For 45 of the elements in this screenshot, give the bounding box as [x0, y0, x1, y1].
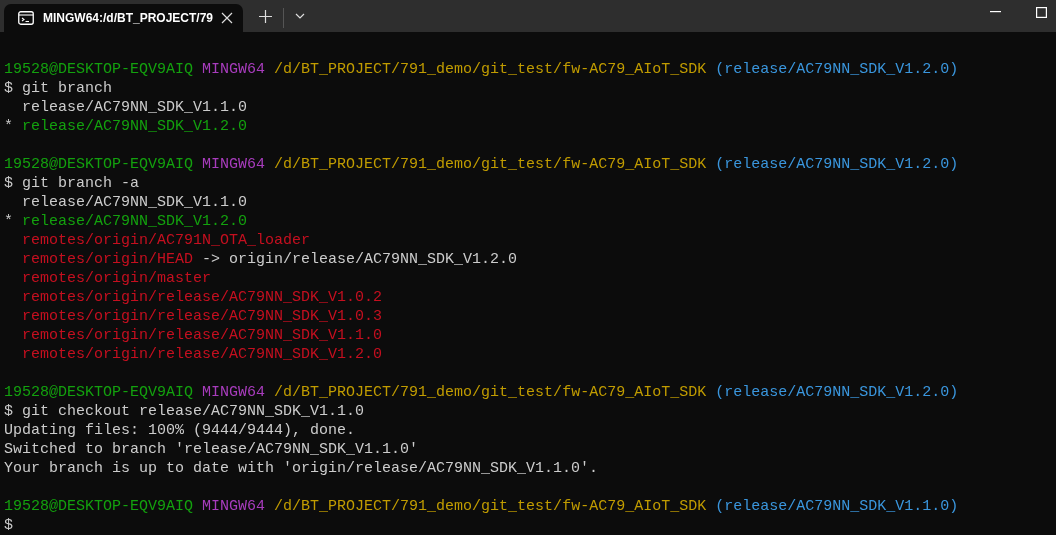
tab-title: MINGW64:/d/BT_PROJECT/79	[43, 11, 214, 25]
prompt-symbol: $	[4, 517, 13, 534]
prompt-branch: (release/AC79NN_SDK_V1.2.0)	[715, 156, 959, 173]
command-line: $ git checkout release/AC79NN_SDK_V1.1.0	[4, 403, 365, 420]
output-text: *	[4, 118, 14, 135]
prompt-user: 19528@DESKTOP-EQV9AIQ	[4, 61, 194, 78]
output-text: remotes/origin/release/AC79NN_SDK_V1.0.3	[22, 308, 383, 325]
terminal-icon	[18, 11, 34, 25]
command-line: $ git branch -a	[4, 175, 140, 192]
prompt-user: 19528@DESKTOP-EQV9AIQ	[4, 498, 194, 515]
output-text: -> origin/release/AC79NN_SDK_V1.2.0	[202, 251, 518, 268]
output-text: remotes/origin/master	[22, 270, 212, 287]
new-tab-icon[interactable]	[259, 10, 272, 23]
terminal-tab[interactable]: MINGW64:/d/BT_PROJECT/79	[4, 4, 243, 32]
output-text: release/AC79NN_SDK_V1.2.0	[22, 213, 248, 230]
minimize-icon[interactable]	[990, 11, 1001, 13]
output-text: remotes/origin/AC791N_OTA_loader	[22, 232, 311, 249]
close-icon[interactable]	[221, 12, 233, 24]
output-text: remotes/origin/HEAD	[22, 251, 194, 268]
prompt-user: 19528@DESKTOP-EQV9AIQ	[4, 384, 194, 401]
output-text: Your branch is up to date with 'origin/release/AC79NN_SDK_V1.1.0'.	[4, 460, 599, 477]
output-text: release/AC79NN_SDK_V1.1.0	[22, 194, 248, 211]
maximize-icon[interactable]	[1036, 7, 1047, 18]
prompt-shell: MINGW64	[202, 61, 266, 78]
prompt-branch: (release/AC79NN_SDK_V1.2.0)	[715, 384, 959, 401]
output-text: remotes/origin/release/AC79NN_SDK_V1.1.0	[22, 327, 383, 344]
dropdown-icon[interactable]	[295, 13, 305, 19]
output-text: Updating files: 100% (9444/9444), done.	[4, 422, 356, 439]
output-text: remotes/origin/release/AC79NN_SDK_V1.0.2	[22, 289, 383, 306]
prompt-branch: (release/AC79NN_SDK_V1.1.0)	[715, 498, 959, 515]
prompt-shell: MINGW64	[202, 384, 266, 401]
prompt-shell: MINGW64	[202, 498, 266, 515]
prompt-shell: MINGW64	[202, 156, 266, 173]
output-text: release/AC79NN_SDK_V1.1.0	[22, 99, 248, 116]
prompt-user: 19528@DESKTOP-EQV9AIQ	[4, 156, 194, 173]
prompt-path: /d/BT_PROJECT/791_demo/git_test/fw-AC79_AIoT_SDK	[274, 498, 707, 515]
prompt-path: /d/BT_PROJECT/791_demo/git_test/fw-AC79_AIoT_SDK	[274, 61, 707, 78]
command-line: $ git branch	[4, 80, 113, 97]
prompt-path: /d/BT_PROJECT/791_demo/git_test/fw-AC79_AIoT_SDK	[274, 384, 707, 401]
prompt-branch: (release/AC79NN_SDK_V1.2.0)	[715, 61, 959, 78]
prompt-path: /d/BT_PROJECT/791_demo/git_test/fw-AC79_AIoT_SDK	[274, 156, 707, 173]
output-text: remotes/origin/release/AC79NN_SDK_V1.2.0	[22, 346, 383, 363]
output-text: *	[4, 213, 14, 230]
output-text: Switched to branch 'release/AC79NN_SDK_V1.1.0'	[4, 441, 419, 458]
output-text: release/AC79NN_SDK_V1.2.0	[22, 118, 248, 135]
